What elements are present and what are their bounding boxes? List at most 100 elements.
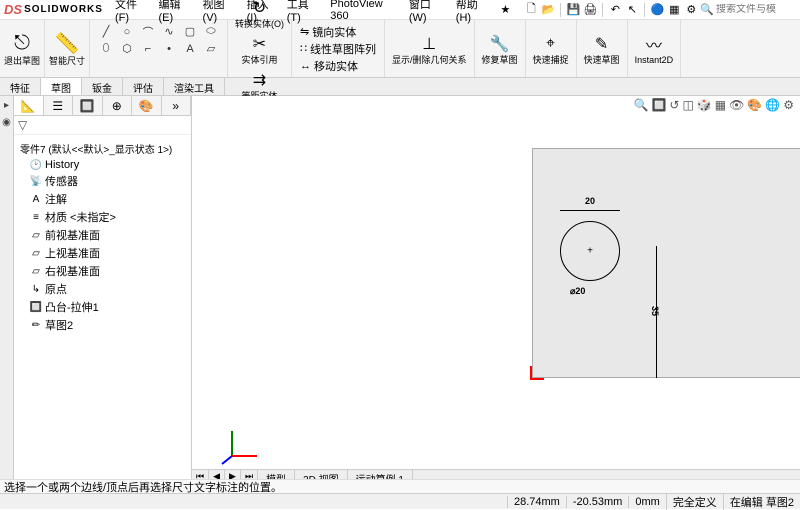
print-icon[interactable]: 🖨 bbox=[583, 3, 597, 17]
tree-item-annotations[interactable]: A注解 bbox=[30, 190, 189, 208]
tab-sheetmetal[interactable]: 钣金 bbox=[82, 78, 123, 95]
polygon-tool[interactable]: ⬡ bbox=[117, 41, 137, 57]
search-input[interactable] bbox=[716, 4, 796, 15]
move-label: 移动实体 bbox=[314, 58, 358, 74]
offset-icon: ⇉ bbox=[253, 69, 266, 91]
open-icon[interactable]: 📂 bbox=[541, 3, 555, 17]
spline-tool[interactable]: ∿ bbox=[159, 24, 179, 40]
tab-sketch[interactable]: 草图 bbox=[41, 78, 82, 95]
fm-tab-config[interactable]: 🔲 bbox=[73, 96, 103, 115]
feature-tree: 零件7 (默认<<默认>_显示状态 1>) 🕑History 📡传感器 A注解 … bbox=[14, 135, 191, 485]
relations-icon: ⊥ bbox=[422, 33, 436, 55]
point-tool[interactable]: • bbox=[159, 41, 179, 57]
tree-item-top-plane[interactable]: ▱上视基准面 bbox=[30, 244, 189, 262]
tree-item-extrude1[interactable]: 🔲凸台-拉伸1 bbox=[30, 298, 189, 316]
trim-entities-button[interactable]: ✂实体引用 bbox=[238, 31, 280, 67]
tree-item-label: 材质 <未指定> bbox=[45, 209, 116, 225]
filter-icon[interactable]: ▽ bbox=[18, 118, 27, 132]
display-relations-button[interactable]: ⊥显示/删除几何关系 bbox=[389, 31, 470, 67]
undo-icon[interactable]: ↶ bbox=[608, 3, 622, 17]
tab-evaluate[interactable]: 评估 bbox=[123, 78, 164, 95]
dimension-horizontal[interactable]: 20 bbox=[560, 196, 620, 206]
tree-item-label: 原点 bbox=[45, 281, 67, 297]
graphics-area[interactable]: 🔍 🔲 ↺ ◫ 🎲 ▦ 👁 🎨 🌐 ⚙ 20 ⌀20 35 ⏮ ◀ bbox=[192, 96, 800, 485]
fm-tab-display[interactable]: 🎨 bbox=[132, 96, 162, 115]
origin-icon: ↳ bbox=[30, 284, 42, 295]
rapid-icon: ✎ bbox=[595, 33, 608, 55]
flyout-icon[interactable]: ▸ bbox=[4, 100, 9, 111]
rapid-sketch-button[interactable]: ✎快速草图 bbox=[581, 31, 623, 67]
plane-tool[interactable]: ▱ bbox=[201, 41, 221, 57]
display-style-icon[interactable]: ▦ bbox=[715, 98, 726, 112]
convert-entities-button[interactable]: ↻转换实体(O) bbox=[232, 0, 287, 31]
zoom-area-icon[interactable]: 🔲 bbox=[651, 98, 666, 112]
quick-access-toolbar: 🗋 📂 💾 🖨 ↶ ↖ 🔵 ▦ ⚙ bbox=[524, 3, 698, 17]
smart-dimension-button[interactable]: 📏 智能尺寸 bbox=[49, 32, 85, 66]
new-icon[interactable]: 🗋 bbox=[524, 3, 538, 17]
tree-root[interactable]: 零件7 (默认<<默认>_显示状态 1>) bbox=[16, 139, 189, 158]
repair-sketch-button[interactable]: 🔧修复草图 bbox=[479, 31, 521, 67]
tree-item-label: 右视基准面 bbox=[45, 263, 100, 279]
fm-tab-dimxpert[interactable]: ⊕ bbox=[103, 96, 133, 115]
rect-tool[interactable]: ▢ bbox=[180, 24, 200, 40]
tree-item-label: 上视基准面 bbox=[45, 245, 100, 261]
fm-tab-property[interactable]: ☰ bbox=[44, 96, 74, 115]
tree-item-history[interactable]: 🕑History bbox=[30, 158, 189, 172]
search-icon: 🔍 bbox=[700, 3, 714, 16]
mirror-entities-button[interactable]: ⇋ 镜向实体 bbox=[300, 24, 376, 40]
menu-star[interactable]: ★ bbox=[496, 1, 514, 18]
arc-tool[interactable]: ⌒ bbox=[138, 24, 158, 40]
tree-item-origin[interactable]: ↳原点 bbox=[30, 280, 189, 298]
select-icon[interactable]: ↖ bbox=[625, 3, 639, 17]
appearance-icon[interactable]: 🎨 bbox=[747, 98, 762, 112]
save-icon[interactable]: 💾 bbox=[566, 3, 580, 17]
tree-item-label: 前视基准面 bbox=[45, 227, 100, 243]
scene-icon[interactable]: 🌐 bbox=[765, 98, 780, 112]
circle-tool[interactable]: ○ bbox=[117, 24, 137, 40]
fillet-tool[interactable]: ⌐ bbox=[138, 41, 158, 57]
status-mode: 在编辑 草图2 bbox=[723, 494, 800, 510]
smart-dimension-label: 智能尺寸 bbox=[49, 56, 85, 66]
move-entities-button[interactable]: ↔ 移动实体 bbox=[300, 58, 376, 74]
exit-sketch-button[interactable]: ⎋ 退出草图 bbox=[4, 32, 40, 66]
rebuild-icon[interactable]: 🔵 bbox=[650, 3, 664, 17]
manager-tabs: 📐 ☰ 🔲 ⊕ 🎨 » bbox=[14, 96, 191, 116]
ribbon-group-repair: 🔧修复草图 bbox=[475, 20, 526, 77]
tree-item-sensors[interactable]: 📡传感器 bbox=[30, 172, 189, 190]
options-icon[interactable]: ▦ bbox=[667, 3, 681, 17]
prev-view-icon[interactable]: ↺ bbox=[669, 98, 679, 112]
view-triad[interactable] bbox=[222, 426, 262, 469]
hide-show-icon[interactable]: 👁 bbox=[729, 98, 744, 112]
zoom-fit-icon[interactable]: 🔍 bbox=[633, 98, 648, 112]
ribbon-group-pattern: ⇋ 镜向实体 ∷ 线性草图阵列 ↔ 移动实体 bbox=[292, 20, 385, 77]
ribbon-group-convert: ↻转换实体(O) ✂实体引用 ⇉等距实体 bbox=[228, 20, 292, 77]
fm-tab-more[interactable]: » bbox=[162, 96, 192, 115]
view-orient-icon[interactable]: 🎲 bbox=[697, 98, 712, 112]
line-tool[interactable]: ╱ bbox=[96, 24, 116, 40]
assembly-icon[interactable]: ◉ bbox=[2, 117, 11, 128]
sketch-circle[interactable] bbox=[560, 221, 620, 281]
section-view-icon[interactable]: ◫ bbox=[682, 98, 693, 112]
heads-up-toolbar: 🔍 🔲 ↺ ◫ 🎲 ▦ 👁 🎨 🌐 ⚙ bbox=[633, 98, 794, 112]
tab-render[interactable]: 渲染工具 bbox=[164, 78, 225, 95]
ellipse-tool[interactable]: ⬯ bbox=[96, 41, 116, 57]
instant2d-button[interactable]: 〰Instant2D bbox=[632, 31, 677, 67]
tree-item-sketch2[interactable]: ✏草图2 bbox=[30, 316, 189, 334]
tree-item-right-plane[interactable]: ▱右视基准面 bbox=[30, 262, 189, 280]
separator bbox=[602, 3, 603, 17]
fm-tab-tree[interactable]: 📐 bbox=[14, 96, 44, 115]
tree-item-label: History bbox=[45, 159, 79, 171]
repair-icon: 🔧 bbox=[490, 33, 510, 55]
text-tool[interactable]: A bbox=[180, 41, 200, 57]
dimension-vertical[interactable]: 35 bbox=[650, 306, 660, 316]
slot-tool[interactable]: ⬭ bbox=[201, 24, 221, 40]
tree-item-front-plane[interactable]: ▱前视基准面 bbox=[30, 226, 189, 244]
dimension-diameter[interactable]: ⌀20 bbox=[570, 286, 585, 297]
body: ▸ ◉ 📐 ☰ 🔲 ⊕ 🎨 » ▽ 零件7 (默认<<默认>_显示状态 1>) … bbox=[0, 96, 800, 485]
tree-item-material[interactable]: ≡材质 <未指定> bbox=[30, 208, 189, 226]
linear-pattern-button[interactable]: ∷ 线性草图阵列 bbox=[300, 41, 376, 57]
view-settings-icon[interactable]: ⚙ bbox=[783, 98, 794, 112]
tab-feature[interactable]: 特征 bbox=[0, 78, 41, 95]
quick-snap-button[interactable]: ⌖快速捕捉 bbox=[530, 31, 572, 67]
settings-icon[interactable]: ⚙ bbox=[684, 3, 698, 17]
